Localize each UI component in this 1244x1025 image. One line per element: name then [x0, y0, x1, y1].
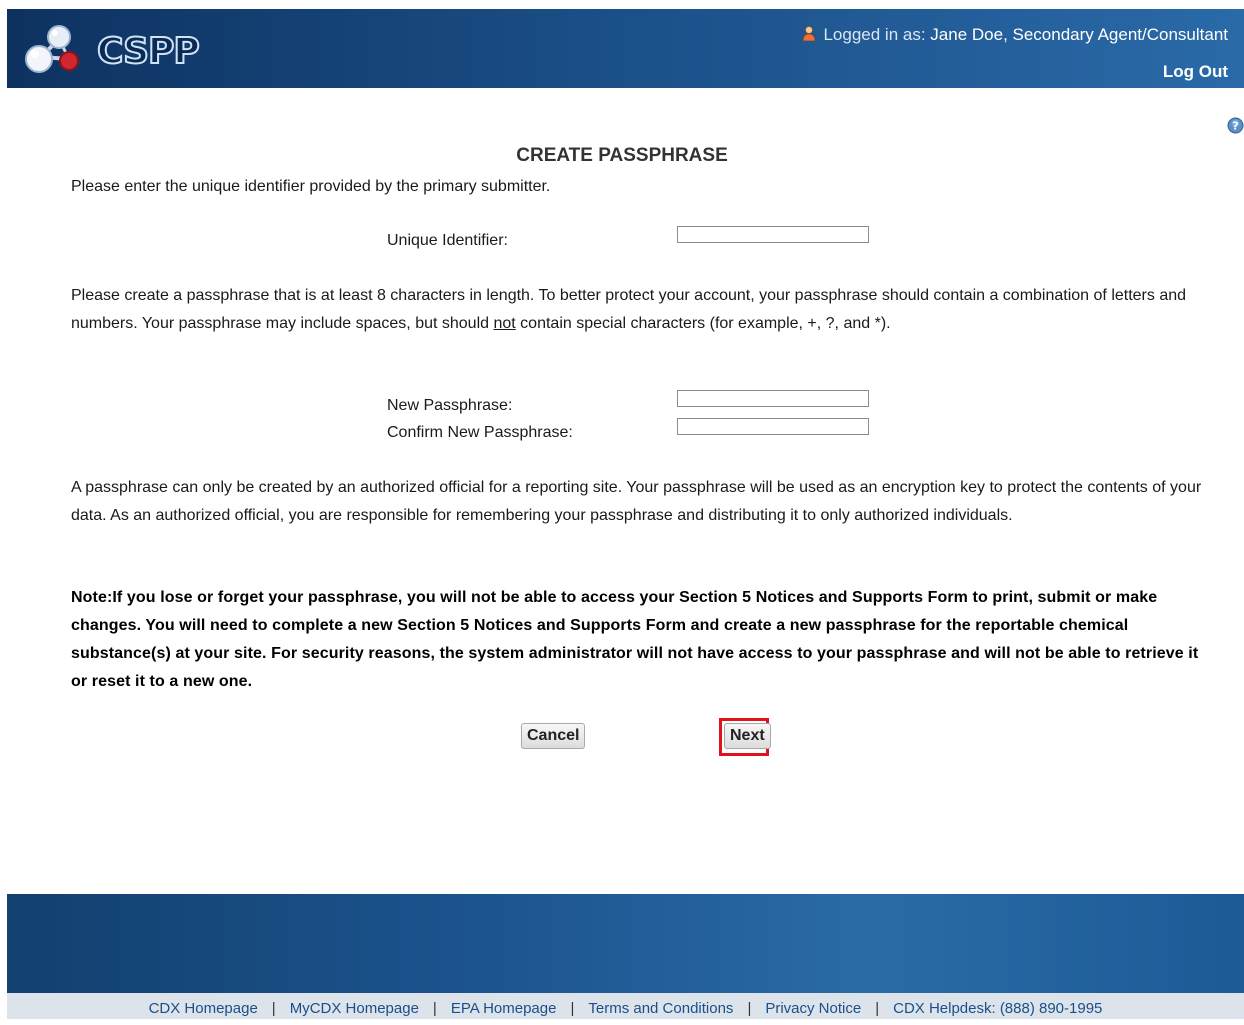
footer-link-mycdx-homepage[interactable]: MyCDX Homepage: [290, 1000, 419, 1017]
molecule-logo-icon: [25, 25, 79, 73]
footer-separator: |: [875, 1000, 880, 1017]
help-icon[interactable]: ?: [1227, 117, 1244, 134]
instructions-emphasis: not: [493, 315, 516, 332]
footer-separator: |: [570, 1000, 575, 1017]
logout-link[interactable]: Log Out: [1163, 62, 1228, 82]
footer-link-epa-homepage[interactable]: EPA Homepage: [451, 1000, 557, 1017]
new-passphrase-label: New Passphrase:: [387, 397, 513, 414]
instructions-part2: contain special characters (for example,…: [515, 315, 891, 332]
passphrase-instructions: Please create a passphrase that is at le…: [71, 282, 1211, 338]
user-icon: [803, 26, 816, 41]
unique-identifier-label: Unique Identifier:: [387, 232, 508, 249]
confirm-passphrase-label: Confirm New Passphrase:: [387, 424, 573, 441]
new-passphrase-input[interactable]: [677, 390, 869, 407]
intro-text: Please enter the unique identifier provi…: [71, 178, 551, 195]
footer-link-helpdesk[interactable]: CDX Helpdesk: (888) 890-1995: [893, 1000, 1102, 1017]
user-name: Jane Doe, Secondary Agent/Consultant: [930, 25, 1228, 44]
cancel-button[interactable]: Cancel: [521, 723, 586, 749]
cspp-logo[interactable]: CSPP: [21, 17, 201, 81]
footer-link-privacy[interactable]: Privacy Notice: [765, 1000, 861, 1017]
footer-links: CDX Homepage | MyCDX Homepage | EPA Homepage…: [7, 993, 1244, 1019]
official-text: A passphrase can only be created by an a…: [71, 479, 1202, 524]
page-title: CREATE PASSPHRASE: [516, 145, 728, 166]
footer-separator: |: [747, 1000, 752, 1017]
footer-link-terms[interactable]: Terms and Conditions: [588, 1000, 733, 1017]
svg-text:?: ?: [1232, 120, 1238, 133]
header-bar: CSPP Logged in as: Jane Doe, Secondary A…: [7, 9, 1244, 88]
footer-band: [7, 894, 1244, 993]
logged-in-status: Logged in as: Jane Doe, Secondary Agent/…: [801, 25, 1228, 45]
footer-separator: |: [432, 1000, 437, 1017]
logo-text: CSPP: [96, 30, 201, 73]
footer-link-cdx-homepage[interactable]: CDX Homepage: [149, 1000, 258, 1017]
note-text: Note:If you lose or forget your passphra…: [71, 589, 1199, 690]
confirm-passphrase-input[interactable]: [677, 418, 869, 435]
footer-separator: |: [271, 1000, 276, 1017]
next-button[interactable]: Next: [724, 723, 771, 749]
logged-in-label: Logged in as:: [823, 25, 926, 44]
unique-identifier-input[interactable]: [677, 226, 869, 243]
